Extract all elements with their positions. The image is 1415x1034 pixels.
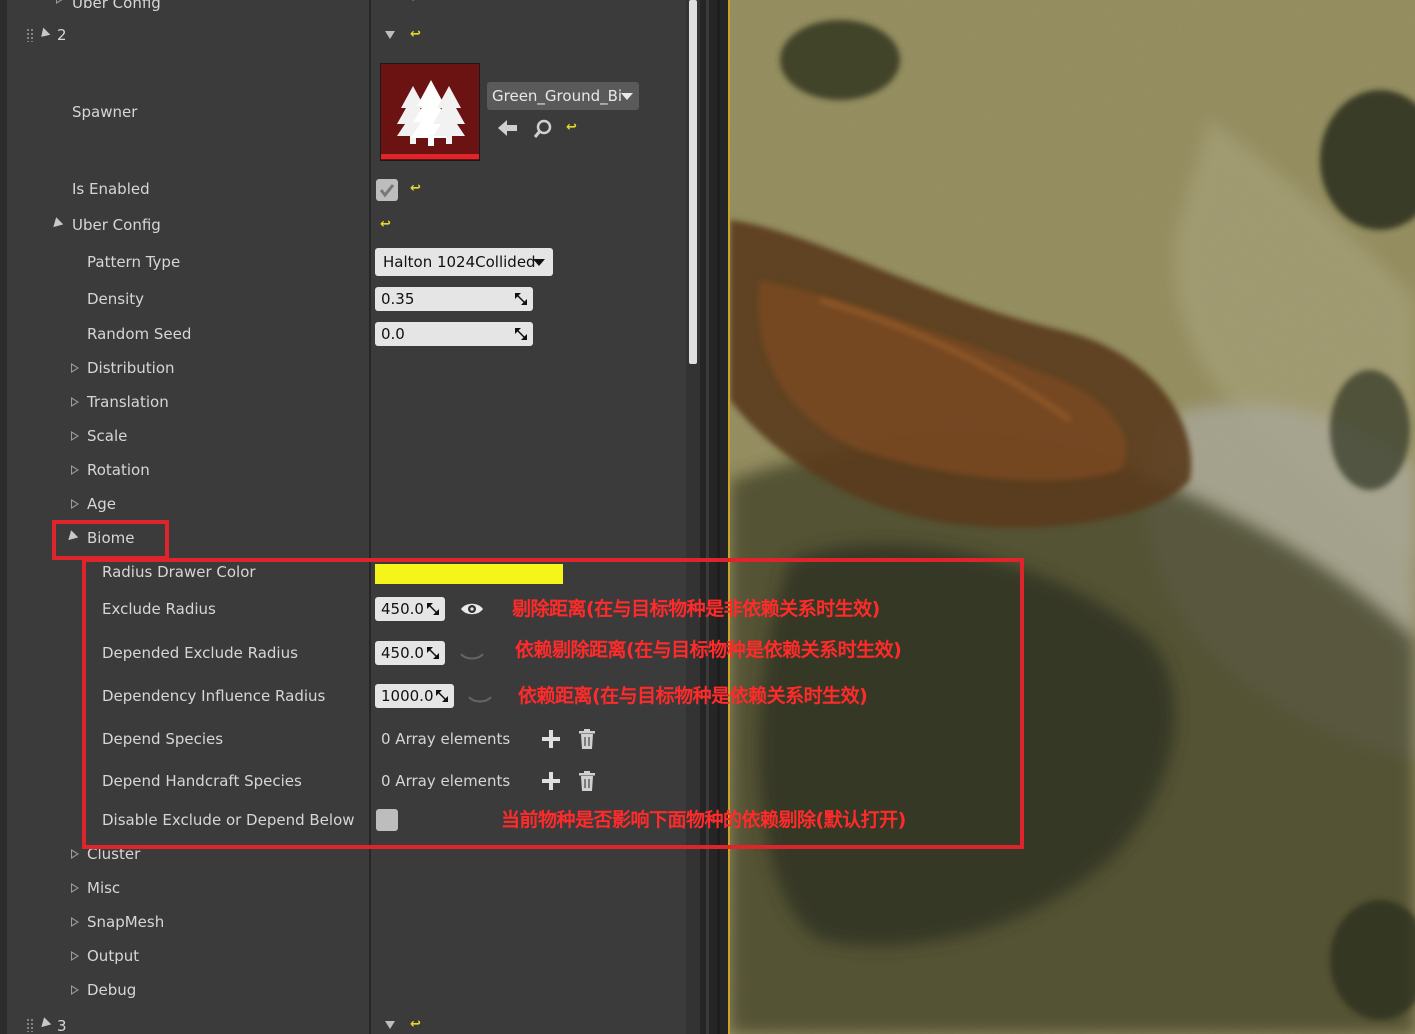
terrain-scene [730, 0, 1415, 1034]
distribution-label[interactable]: Distribution [87, 359, 175, 377]
pattern-type-label: Pattern Type [87, 253, 181, 271]
expand-arrow-icon[interactable] [71, 397, 79, 407]
dropdown-arrow-icon[interactable] [385, 31, 395, 39]
reset-arrow-icon[interactable]: ↩ [410, 28, 421, 42]
panel-left-strip [0, 0, 7, 1034]
reset-arrow-icon[interactable]: ↩ [410, 1018, 421, 1032]
expand-arrow-icon[interactable] [71, 431, 79, 441]
expand-arrow-icon[interactable] [71, 363, 79, 373]
expand-arrow-icon[interactable] [56, 0, 64, 4]
snapmesh-label[interactable]: SnapMesh [87, 913, 164, 931]
random-seed-value: 0.0 [381, 325, 405, 343]
exclude-radius-note: 剔除距离(在与目标物种是非依赖关系时生效) [512, 598, 880, 620]
is-enabled-label: Is Enabled [72, 180, 150, 198]
random-seed-field[interactable]: 0.0 [375, 322, 533, 346]
prev-header-label: Uber Config [72, 0, 161, 12]
search-icon[interactable] [533, 119, 553, 143]
pattern-type-value: Halton 1024Collided [383, 253, 536, 271]
age-label[interactable]: Age [87, 495, 116, 513]
expand-arrow-icon[interactable] [71, 917, 79, 927]
scrollbar-thumb[interactable] [689, 0, 697, 364]
scale-label[interactable]: Scale [87, 427, 127, 445]
element-index: 3 [57, 1017, 67, 1034]
biome-highlight-box [52, 520, 169, 560]
spin-arrows-icon[interactable] [515, 293, 527, 305]
expand-arrow-icon[interactable] [71, 499, 79, 509]
element-index: 2 [57, 26, 67, 44]
is-enabled-checkbox[interactable] [376, 179, 398, 201]
spawner-asset-combo[interactable]: Green_Ground_Bi [487, 82, 639, 110]
expand-arrow-icon[interactable] [71, 985, 79, 995]
reset-arrow-icon[interactable]: ↩ [410, 0, 421, 6]
reset-arrow-icon[interactable]: ↩ [410, 182, 421, 196]
random-seed-label: Random Seed [87, 325, 192, 343]
density-value: 0.35 [381, 290, 415, 308]
disable-exclude-note: 当前物种是否影响下面物种的依赖剔除(默认打开) [501, 809, 906, 831]
level-viewport[interactable] [730, 0, 1415, 1034]
chevron-down-icon [533, 259, 545, 266]
checkmark-icon [379, 184, 395, 198]
dependency-influence-note: 依赖距离(在与目标物种是依赖关系时生效) [518, 685, 868, 707]
expand-arrow-icon[interactable] [71, 465, 79, 475]
uber-config-label: Uber Config [72, 216, 161, 234]
density-field[interactable]: 0.35 [375, 287, 533, 311]
drag-handle-icon[interactable] [26, 28, 34, 42]
density-label: Density [87, 290, 145, 308]
expand-arrow-icon[interactable] [71, 951, 79, 961]
drag-handle-icon[interactable] [26, 1018, 34, 1032]
chevron-down-icon [621, 93, 633, 100]
debug-label[interactable]: Debug [87, 981, 136, 999]
spin-arrows-icon[interactable] [515, 328, 527, 340]
reset-arrow-icon[interactable]: ↩ [380, 218, 391, 232]
expand-arrow-icon[interactable] [71, 883, 79, 893]
spawner-thumbnail[interactable] [380, 63, 480, 161]
output-label[interactable]: Output [87, 947, 139, 965]
arrow-left-icon[interactable] [498, 119, 518, 141]
trees-icon [381, 80, 479, 159]
reset-arrow-icon[interactable]: ↩ [566, 121, 577, 135]
pattern-type-combo[interactable]: Halton 1024Collided [375, 248, 553, 276]
spawner-asset-value: Green_Ground_Bi [492, 87, 623, 105]
dropdown-arrow-icon[interactable] [385, 1021, 395, 1029]
misc-label[interactable]: Misc [87, 879, 120, 897]
column-divider[interactable] [369, 0, 371, 1034]
depended-exclude-note: 依赖剔除距离(在与目标物种是依赖关系时生效) [515, 639, 902, 661]
translation-label[interactable]: Translation [87, 393, 169, 411]
rotation-label[interactable]: Rotation [87, 461, 150, 479]
expand-arrow-icon[interactable] [71, 849, 79, 859]
panel-splitter[interactable] [700, 0, 728, 1034]
spawner-label: Spawner [72, 103, 138, 121]
